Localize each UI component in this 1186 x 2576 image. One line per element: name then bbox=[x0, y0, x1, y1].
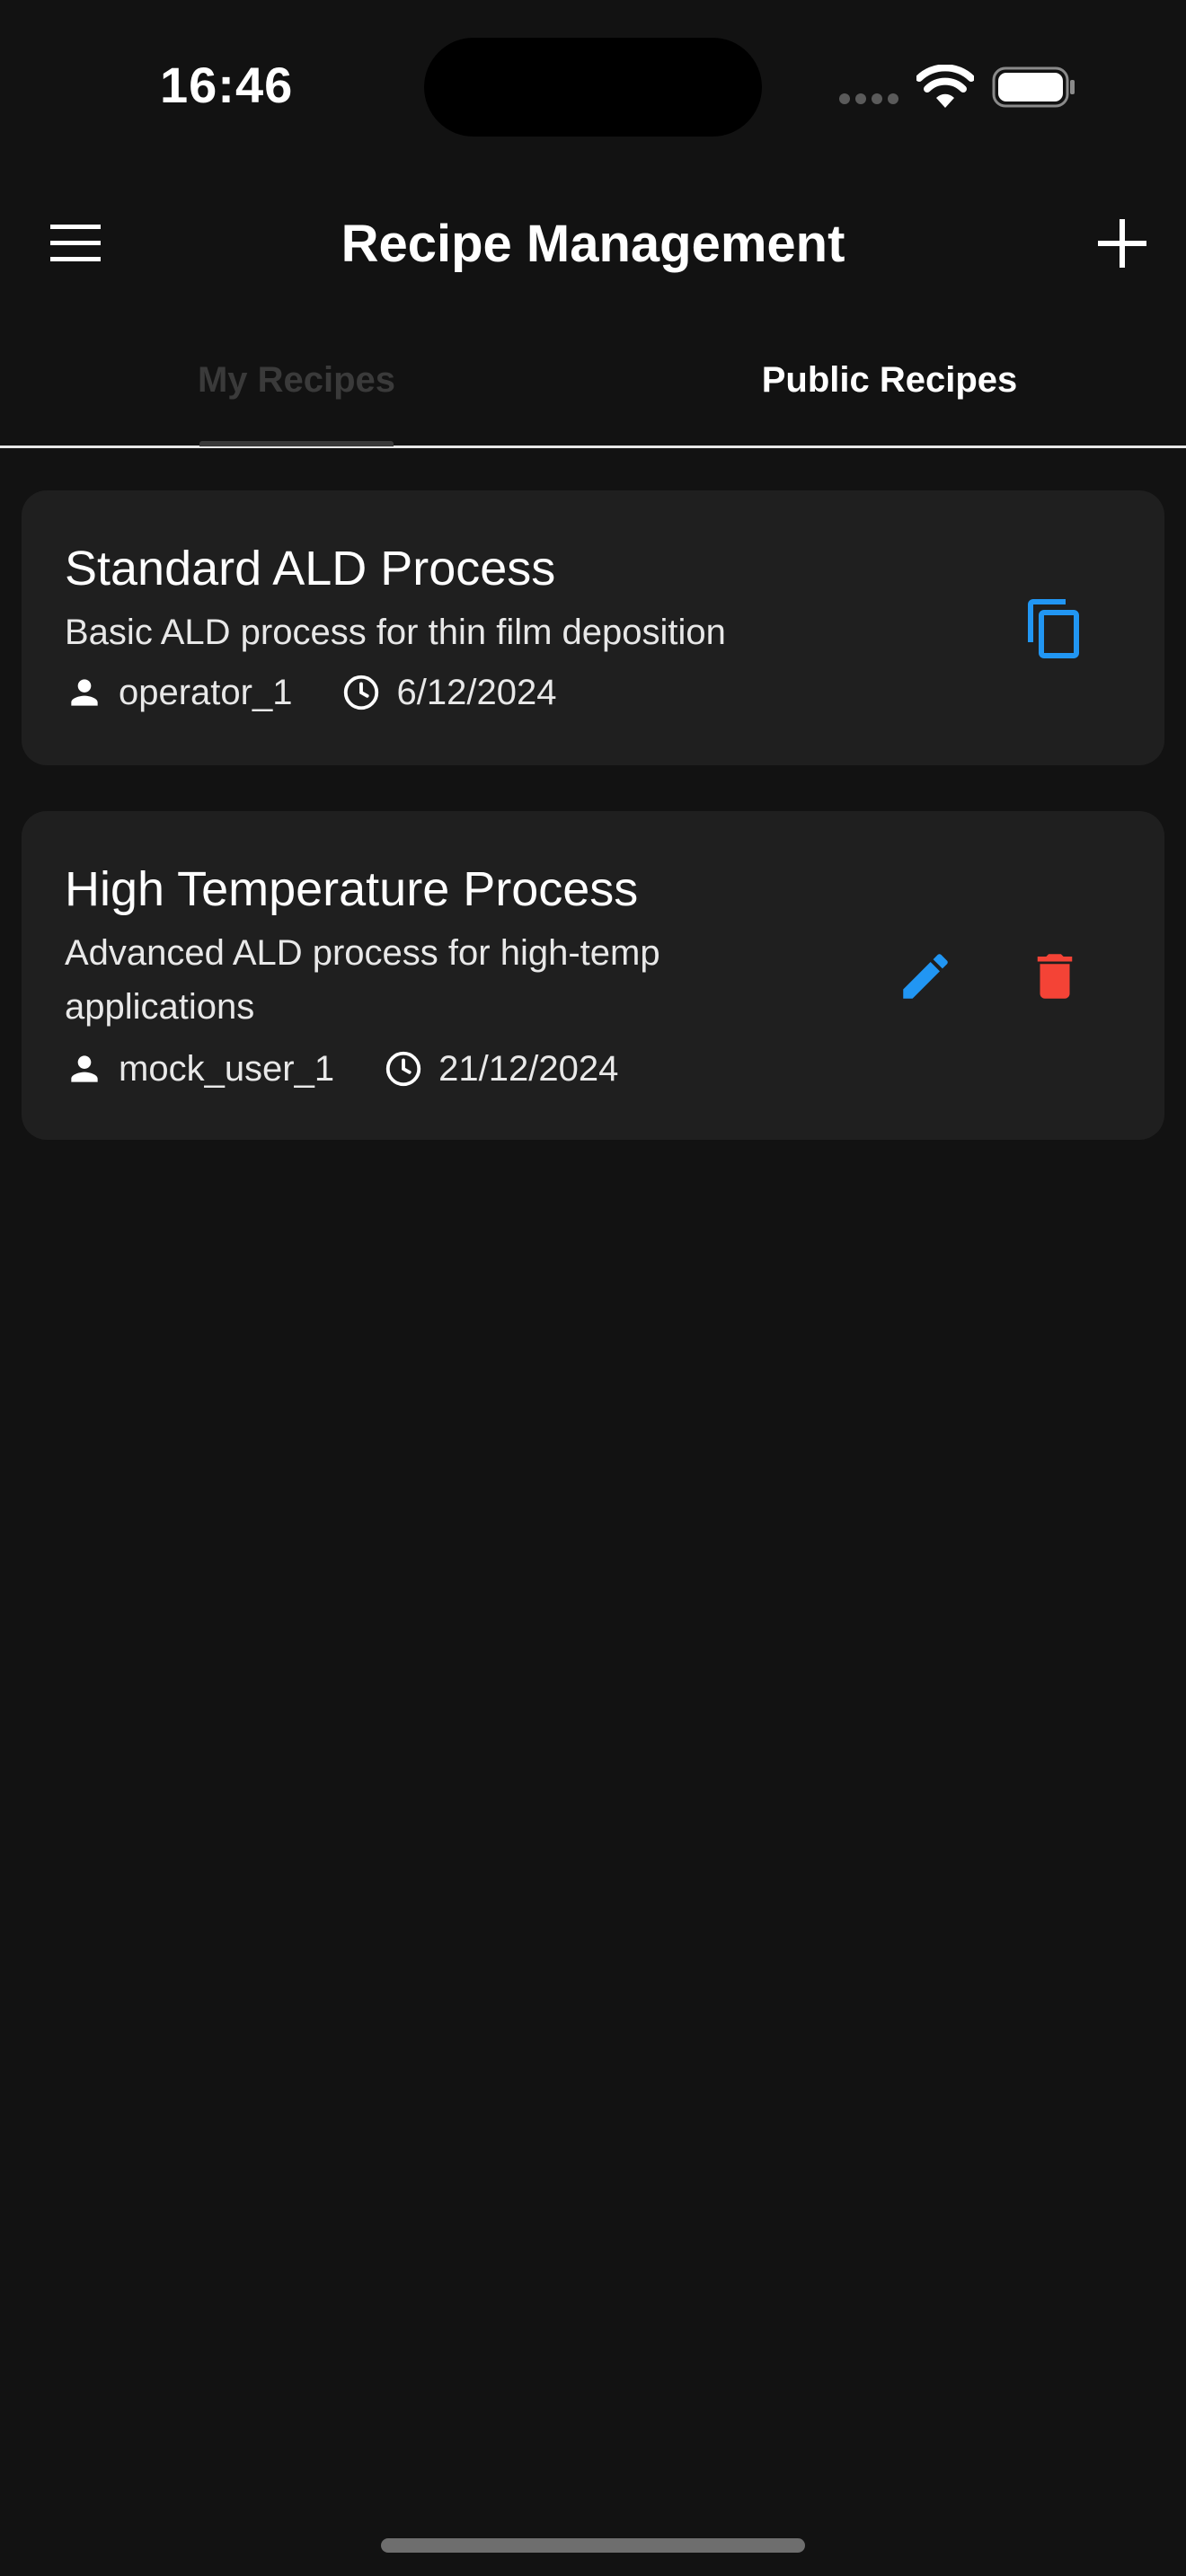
clock-icon bbox=[344, 675, 379, 710]
app-bar: Recipe Management bbox=[0, 189, 1186, 296]
recipe-title: Standard ALD Process bbox=[65, 542, 556, 595]
battery-icon bbox=[992, 66, 1075, 108]
recipe-meta: operator_1 6/12/2024 bbox=[65, 672, 556, 713]
copy-icon bbox=[1028, 599, 1079, 658]
status-time: 16:46 bbox=[160, 57, 294, 113]
recipe-author: operator_1 bbox=[119, 672, 293, 712]
home-indicator bbox=[381, 2538, 805, 2553]
edit-button[interactable] bbox=[882, 933, 969, 1019]
tab-public-recipes[interactable]: Public Recipes bbox=[593, 314, 1186, 446]
tab-bar: My Recipes Public Recipes bbox=[0, 314, 1186, 448]
delete-button[interactable] bbox=[1012, 933, 1098, 1019]
tab-indicator bbox=[199, 441, 394, 446]
edit-icon bbox=[903, 954, 948, 999]
dynamic-island bbox=[424, 38, 762, 137]
recipe-description: Advanced ALD process for high-temp appli… bbox=[65, 933, 660, 1027]
recipe-meta: mock_user_1 21/12/2024 bbox=[65, 1048, 618, 1090]
delete-icon bbox=[1037, 954, 1073, 999]
tab-label: Public Recipes bbox=[761, 359, 1018, 400]
recipe-card[interactable]: Standard ALD Process Basic ALD process f… bbox=[22, 490, 1164, 765]
recipe-description: Basic ALD process for thin film depositi… bbox=[65, 613, 726, 652]
cellular-signal-icon bbox=[839, 93, 898, 104]
page-title: Recipe Management bbox=[341, 215, 845, 273]
tab-my-recipes[interactable]: My Recipes bbox=[0, 314, 593, 446]
recipe-title: High Temperature Process bbox=[65, 862, 639, 916]
wifi-icon bbox=[916, 65, 974, 108]
status-bar: 16:46 bbox=[0, 0, 1186, 180]
clock-icon bbox=[385, 1051, 421, 1087]
copy-button[interactable] bbox=[1012, 586, 1098, 672]
tab-label: My Recipes bbox=[197, 359, 396, 400]
add-icon[interactable] bbox=[1094, 216, 1150, 271]
recipe-date: 6/12/2024 bbox=[396, 672, 557, 712]
recipe-date: 21/12/2024 bbox=[438, 1048, 619, 1089]
recipe-author: mock_user_1 bbox=[119, 1048, 335, 1089]
recipe-card[interactable]: High Temperature Process Advanced ALD pr… bbox=[22, 811, 1164, 1140]
person-icon bbox=[71, 1055, 98, 1082]
person-icon bbox=[71, 679, 98, 706]
